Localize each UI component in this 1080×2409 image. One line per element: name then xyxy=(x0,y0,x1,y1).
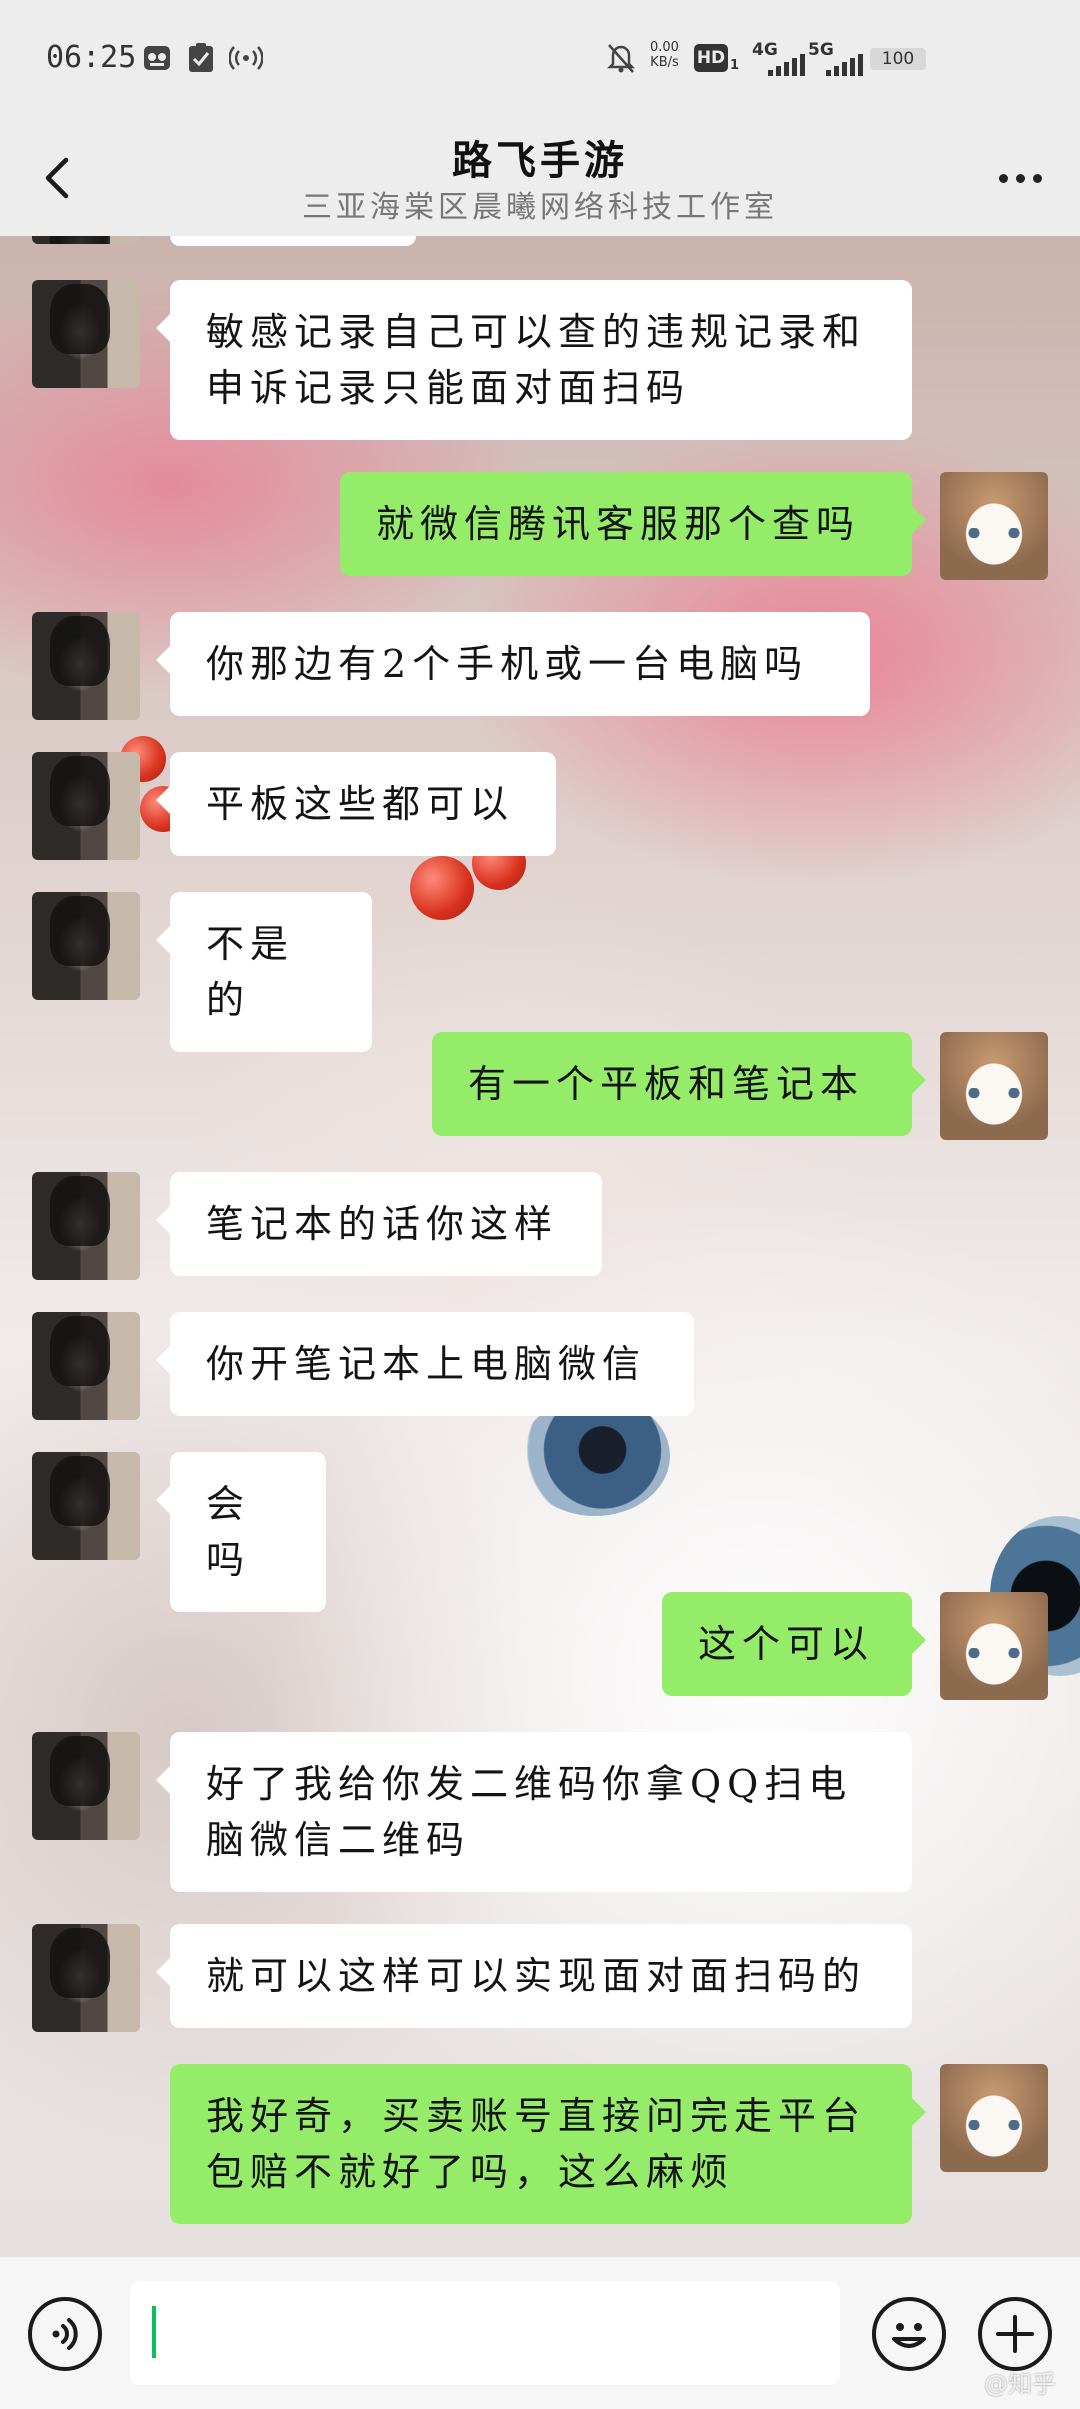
network-speed-unit: KB/s xyxy=(650,55,679,70)
dot-icon xyxy=(1015,173,1025,183)
voice-input-button[interactable] xyxy=(28,2297,102,2371)
my-avatar[interactable] xyxy=(940,2064,1048,2172)
signal-bars-sim2 xyxy=(826,50,863,76)
message-bubble-outgoing[interactable]: 这个可以 xyxy=(662,1592,926,1696)
hd-sim-index: 1 xyxy=(730,58,740,73)
chat-title: 路飞手游 xyxy=(452,137,628,184)
dot-icon xyxy=(1032,173,1042,183)
plus-icon xyxy=(996,2315,1034,2353)
contact-avatar[interactable] xyxy=(32,752,140,860)
voice-icon xyxy=(52,2318,78,2350)
clipboard-check-icon xyxy=(186,42,216,74)
battery-indicator: 100 xyxy=(870,48,936,72)
mute-bell-icon xyxy=(604,42,638,74)
contact-avatar[interactable] xyxy=(32,1312,140,1420)
chat-header: 路飞手游 三亚海棠区晨曦网络科技工作室 xyxy=(0,118,1080,236)
status-time: 06:25 xyxy=(46,40,137,75)
screenshot-notification-icon xyxy=(140,42,174,74)
input-bar xyxy=(0,2256,1080,2409)
message-bubble-incoming[interactable]: 不是的 xyxy=(156,892,372,1052)
message-bubble-incoming[interactable]: 敏感记录自己可以查的违规记录和申诉记录只能面对面扫码 xyxy=(156,280,912,440)
network-speed-value: 0.00 xyxy=(650,40,679,55)
message-bubble-incoming[interactable]: 你开笔记本上电脑微信 xyxy=(156,1312,694,1416)
more-options-button[interactable] xyxy=(990,148,1050,208)
message-input[interactable] xyxy=(130,2281,840,2385)
message-bubble-outgoing[interactable]: 就微信腾讯客服那个查吗 xyxy=(340,472,926,576)
battery-level: 100 xyxy=(870,48,926,70)
contact-avatar[interactable] xyxy=(32,280,140,388)
message-bubble-outgoing[interactable]: 我好奇，买卖账号直接问完走平台包赔不就好了吗，这么麻烦 xyxy=(170,2064,926,2224)
message-bubble-incoming[interactable]: 笔记本的话你这样 xyxy=(156,1172,602,1276)
network-speed: 0.00 KB/s xyxy=(650,40,679,70)
text-caret xyxy=(152,2306,156,2358)
more-functions-button[interactable] xyxy=(978,2297,1052,2371)
message-list[interactable]: 敏感记录自己可以查的违规记录和申诉记录只能面对面扫码 就微信腾讯客服那个查吗 你… xyxy=(0,236,1080,2256)
contact-avatar[interactable] xyxy=(32,1172,140,1280)
contact-avatar[interactable] xyxy=(32,1732,140,1840)
contact-avatar[interactable] xyxy=(32,236,140,244)
contact-avatar[interactable] xyxy=(32,1924,140,2032)
contact-avatar[interactable] xyxy=(32,892,140,1000)
hd-voice-badge: HD xyxy=(694,44,728,72)
contact-avatar[interactable] xyxy=(32,1452,140,1560)
my-avatar[interactable] xyxy=(940,1592,1048,1700)
message-bubble-incoming[interactable]: 会吗 xyxy=(156,1452,326,1612)
chat-subtitle: 三亚海棠区晨曦网络科技工作室 xyxy=(302,190,778,225)
signal-bars-sim1 xyxy=(768,50,805,76)
contact-avatar[interactable] xyxy=(32,612,140,720)
my-avatar[interactable] xyxy=(940,1032,1048,1140)
hotspot-icon xyxy=(228,42,264,74)
watermark: @知乎 xyxy=(984,2370,1056,2398)
message-bubble-incoming[interactable]: 平板这些都可以 xyxy=(156,752,556,856)
emoji-button[interactable] xyxy=(872,2297,946,2371)
message-bubble-incoming[interactable]: 你那边有2个手机或一台电脑吗 xyxy=(156,612,870,716)
smiley-icon xyxy=(892,2323,926,2348)
message-bubble-incoming[interactable]: 好了我给你发二维码你拿QQ扫电脑微信二维码 xyxy=(156,1732,912,1892)
previous-message-bubble xyxy=(170,236,416,246)
my-avatar[interactable] xyxy=(940,472,1048,580)
message-bubble-incoming[interactable]: 就可以这样可以实现面对面扫码的 xyxy=(156,1924,912,2028)
status-bar: 06:25 0.00 KB/s HD 1 4G 5G 100 xyxy=(0,0,1080,118)
dot-icon xyxy=(998,173,1008,183)
message-bubble-outgoing[interactable]: 有一个平板和笔记本 xyxy=(432,1032,926,1136)
